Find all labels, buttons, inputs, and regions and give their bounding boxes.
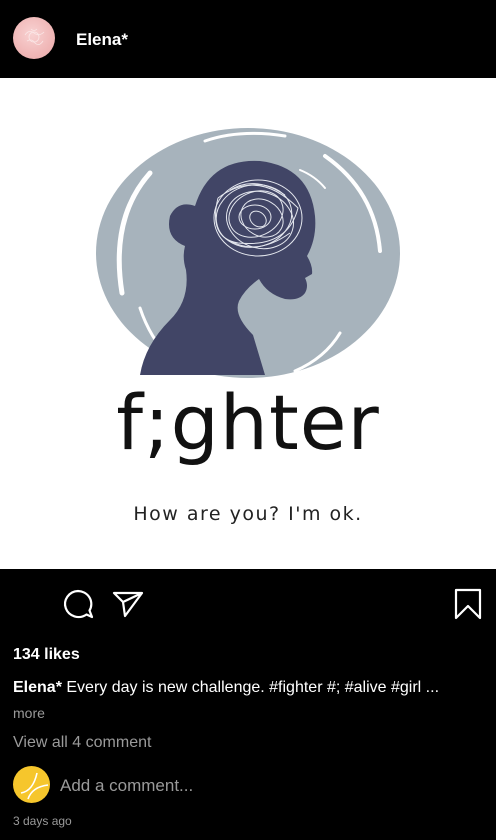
more-link[interactable]: more (13, 705, 45, 721)
comment-icon[interactable] (61, 588, 95, 620)
post-caption: Elena* Every day is new challenge. #figh… (13, 679, 488, 697)
ball-icon (20, 772, 49, 800)
caption-text: Every day is new challenge. #fighter #; … (66, 679, 440, 696)
caption-username[interactable]: Elena* (13, 679, 62, 696)
post-image-title: f;ghter (116, 378, 380, 467)
post-timestamp: 3 days ago (13, 814, 72, 828)
post-image-tagline: How are you? I'm ok. (133, 503, 363, 525)
send-icon[interactable] (111, 589, 145, 619)
post-image[interactable]: f;ghter How are you? I'm ok. (0, 78, 496, 569)
username[interactable]: Elena* (76, 30, 128, 50)
likes-count[interactable]: 134 likes (13, 646, 80, 664)
view-all-comments-link[interactable]: View all 4 comment (13, 734, 151, 752)
user-avatar[interactable] (13, 17, 55, 59)
add-comment-input[interactable]: Add a comment... (60, 776, 193, 796)
my-avatar (13, 766, 50, 803)
avatar-pattern-icon (24, 28, 45, 45)
post-actions (0, 569, 496, 635)
fighter-illustration (96, 128, 400, 378)
post-header: Elena* (0, 0, 496, 78)
bookmark-icon[interactable] (453, 587, 483, 621)
